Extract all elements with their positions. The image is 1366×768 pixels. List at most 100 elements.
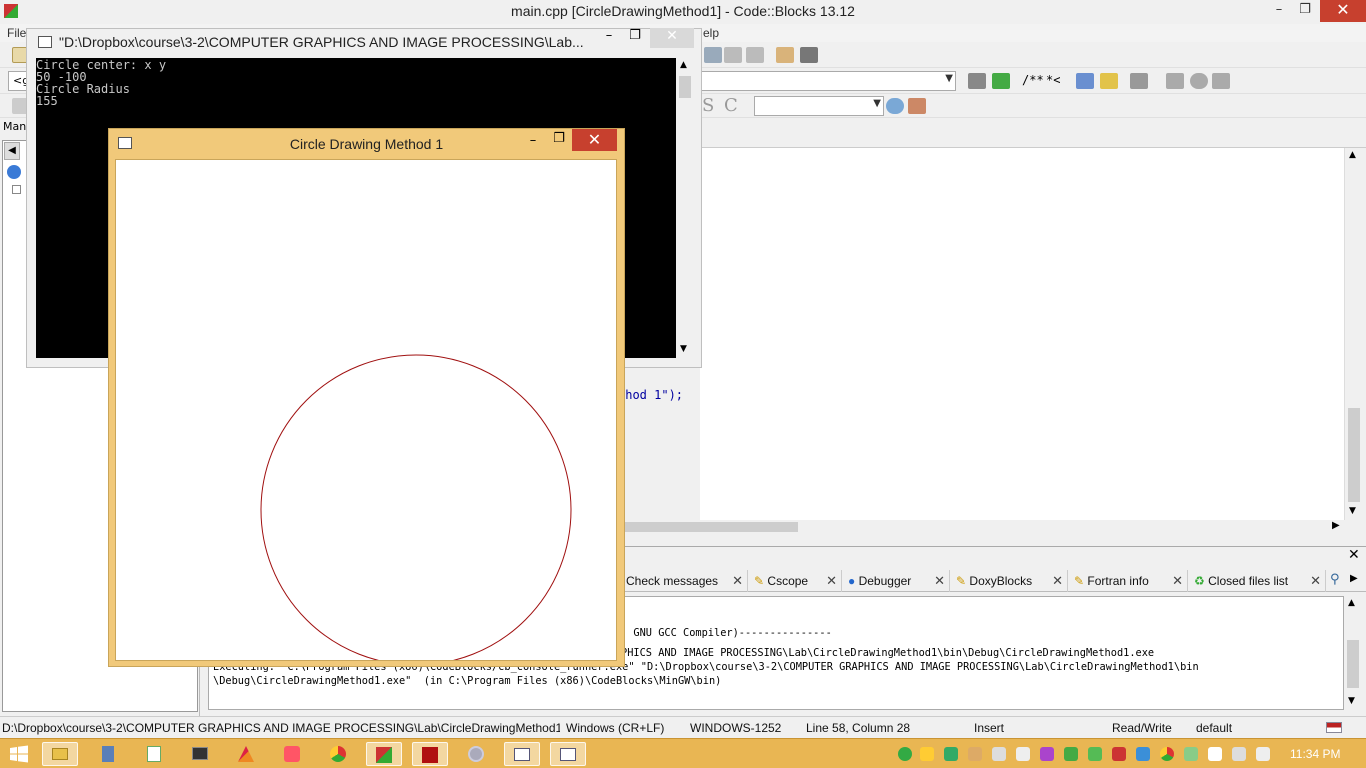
function-combo[interactable]: ▼ [700, 71, 956, 91]
tab-doxyblocks[interactable]: ✎ DoxyBlocks ✕ [952, 570, 1068, 592]
wrench-icon[interactable] [1130, 73, 1148, 89]
back-icon[interactable] [1166, 73, 1184, 89]
close-icon[interactable]: ✕ [826, 570, 837, 592]
help-icon[interactable] [1100, 73, 1118, 89]
flag-icon[interactable] [1208, 747, 1222, 761]
chevron-up-icon[interactable]: ▲ [1349, 150, 1356, 160]
logs-close-icon[interactable]: ✕ [1348, 547, 1360, 563]
tray-green-icon[interactable] [898, 747, 912, 761]
main-maximize-button[interactable]: ❐ [1290, 0, 1320, 22]
logs-vscroll-thumb[interactable] [1347, 640, 1359, 688]
chevron-down-icon[interactable]: ▼ [1348, 696, 1355, 706]
search-combo[interactable]: ▼ [754, 96, 884, 116]
console-maximize-button[interactable]: ❐ [624, 28, 646, 48]
battery-icon[interactable] [1232, 747, 1246, 761]
jump-icon[interactable] [968, 73, 986, 89]
google-drive-icon[interactable] [920, 747, 934, 761]
doxy-comment-button[interactable]: /** [1022, 73, 1044, 87]
bookmark-icon[interactable] [1190, 73, 1208, 89]
tray-status-icon[interactable] [1088, 747, 1102, 761]
circle-maximize-button[interactable]: ❐ [548, 131, 570, 149]
tray-network-app-icon[interactable] [944, 747, 958, 761]
chevron-down-icon: ▼ [873, 98, 881, 109]
bluetooth-icon[interactable] [1136, 747, 1150, 761]
chevron-down-icon[interactable]: ▼ [1349, 506, 1356, 516]
console-minimize-button[interactable]: – [598, 28, 620, 48]
info-window-icon[interactable] [800, 47, 818, 63]
console-vertical-scrollbar[interactable]: ▲ ▼ [676, 58, 694, 358]
window-icon[interactable] [550, 742, 586, 766]
symbol-c-button[interactable]: C [724, 95, 738, 116]
close-icon[interactable]: ✕ [732, 570, 743, 592]
symbol-s-button[interactable]: S [702, 95, 714, 116]
control-panel-icon[interactable] [458, 742, 494, 766]
calculator-icon[interactable] [90, 742, 126, 766]
menu-file[interactable]: File [7, 26, 26, 40]
run-arrow-icon[interactable] [992, 73, 1010, 89]
matlab-icon[interactable] [228, 742, 264, 766]
close-icon[interactable]: ✕ [1172, 570, 1183, 592]
search-results-icon[interactable]: ⚲ [1330, 572, 1340, 587]
tray-check-icon[interactable] [1184, 747, 1198, 761]
console-close-button[interactable]: ✕ [650, 28, 694, 48]
forward-icon[interactable] [1212, 73, 1230, 89]
drawing-canvas[interactable] [115, 159, 617, 666]
chevron-right-icon[interactable]: ▶ [1350, 573, 1358, 584]
sound-app-icon[interactable] [1112, 747, 1126, 761]
pause-icon[interactable] [724, 47, 742, 63]
stop-debug-icon[interactable] [746, 47, 764, 63]
taskbar-clock[interactable]: 11:34 PM [1290, 747, 1340, 761]
console-line: Circle center: x y [36, 58, 167, 72]
code-editor[interactable] [700, 148, 1344, 520]
close-icon[interactable]: ✕ [1052, 570, 1063, 592]
tab-cscope[interactable]: ✎ Cscope ✕ [750, 570, 842, 592]
tab-label: Check messages [626, 574, 719, 588]
xampp-icon[interactable] [274, 742, 310, 766]
windows-start-icon[interactable] [10, 745, 28, 763]
circle-close-button[interactable]: ✕ [572, 129, 617, 151]
codeblocks-icon[interactable] [366, 742, 402, 766]
chevron-up-icon[interactable]: ▲ [680, 60, 687, 70]
tab-fortran-info[interactable]: ✎ Fortran info ✕ [1070, 570, 1188, 592]
console-vscroll-thumb[interactable] [679, 76, 691, 98]
menu-help[interactable]: elp [703, 26, 719, 40]
doxy-inline-button[interactable]: *< [1046, 73, 1060, 87]
html-icon[interactable] [1076, 73, 1094, 89]
chevron-up-icon[interactable]: ▲ [1348, 598, 1355, 608]
circle-minimize-button[interactable]: – [522, 133, 544, 151]
tab-debugger[interactable]: ● Debugger ✕ [844, 570, 950, 592]
chevron-right-icon[interactable]: ▶ [1332, 520, 1340, 531]
search-options-icon[interactable] [908, 98, 926, 114]
file-explorer-icon[interactable] [42, 742, 78, 766]
notepad-icon[interactable] [136, 742, 172, 766]
acrobat-icon[interactable] [412, 742, 448, 766]
debug-step-icon[interactable] [704, 47, 722, 63]
logs-vertical-scrollbar[interactable]: ▲ ▼ [1344, 596, 1362, 710]
editor-vertical-scrollbar[interactable]: ▲ ▼ [1344, 148, 1362, 520]
tab-check-messages[interactable]: Check messages ✕ [622, 570, 748, 592]
nvidia-icon[interactable] [1040, 747, 1054, 761]
debug-window-icon[interactable] [776, 47, 794, 63]
chevron-down-icon[interactable]: ▼ [680, 344, 687, 354]
chrome-icon[interactable] [320, 742, 356, 766]
main-close-button[interactable]: ✕ [1320, 0, 1366, 22]
chevron-left-icon[interactable]: ◀ [4, 142, 20, 160]
gear-icon[interactable] [1064, 747, 1078, 761]
volume-icon[interactable] [1256, 747, 1270, 761]
editor-vscroll-thumb[interactable] [1348, 408, 1360, 502]
cloud-icon[interactable] [1016, 747, 1030, 761]
close-icon[interactable]: ✕ [934, 570, 945, 592]
close-icon[interactable]: ✕ [1310, 570, 1321, 592]
search-icon[interactable] [886, 98, 904, 114]
expand-icon[interactable] [12, 185, 21, 194]
terminal-icon[interactable] [182, 742, 218, 766]
console-line: 50 -100 [36, 70, 87, 84]
editor-hscroll-thumb[interactable] [620, 522, 798, 532]
editor-horizontal-scrollbar[interactable]: ▶ [620, 520, 1344, 534]
chrome-tray-icon[interactable] [1160, 747, 1174, 761]
window-icon[interactable] [504, 742, 540, 766]
tab-label: Debugger [858, 574, 912, 588]
tab-closed-files-list[interactable]: ♻ Closed files list ✕ [1190, 570, 1326, 592]
dropbox-icon[interactable] [992, 747, 1006, 761]
tray-app-icon[interactable] [968, 747, 982, 761]
